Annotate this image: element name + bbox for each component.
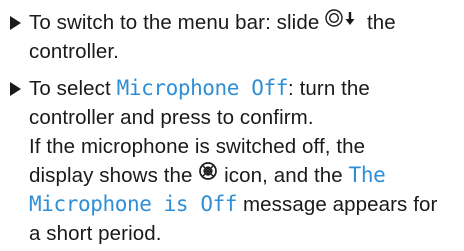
controller-slide-down-icon xyxy=(325,7,361,36)
display-term: Microphone Off xyxy=(116,76,289,100)
instruction-line: display shows the icon, and the The xyxy=(29,160,386,191)
instruction-text: controller. xyxy=(29,40,119,63)
bullet-arrow-icon xyxy=(10,82,21,96)
instruction-line: To switch to the menu bar: slide the xyxy=(29,8,396,38)
instruction-text: message appears for xyxy=(242,193,438,216)
display-term: The xyxy=(348,163,386,187)
instruction-line: a short period. xyxy=(29,219,162,248)
instruction-line: If the microphone is switched off, the xyxy=(29,132,365,161)
instruction-line: controller. xyxy=(29,37,119,66)
instruction-page: To switch to the menu bar: slide the con… xyxy=(0,0,464,251)
display-term: Microphone is Off xyxy=(29,192,238,216)
instruction-line: To select Microphone Off: turn the xyxy=(29,74,370,103)
instruction-text: : turn the xyxy=(288,77,370,100)
microphone-off-icon xyxy=(198,160,218,189)
instruction-text: controller and press to confirm. xyxy=(29,106,314,129)
instruction-text: icon, and the xyxy=(224,164,343,187)
instruction-line: Microphone is Off message appears for xyxy=(29,190,437,219)
instruction-text: a short period. xyxy=(29,222,162,245)
instruction-text: To switch to the menu bar: slide xyxy=(29,11,320,34)
bullet-arrow-icon xyxy=(10,16,21,30)
instruction-text: To select xyxy=(29,77,111,100)
instruction-text: If the microphone is switched off, the xyxy=(29,135,366,158)
instruction-line: controller and press to confirm. xyxy=(29,103,314,132)
instruction-text: the xyxy=(366,11,396,34)
instruction-text: display shows the xyxy=(29,164,193,187)
